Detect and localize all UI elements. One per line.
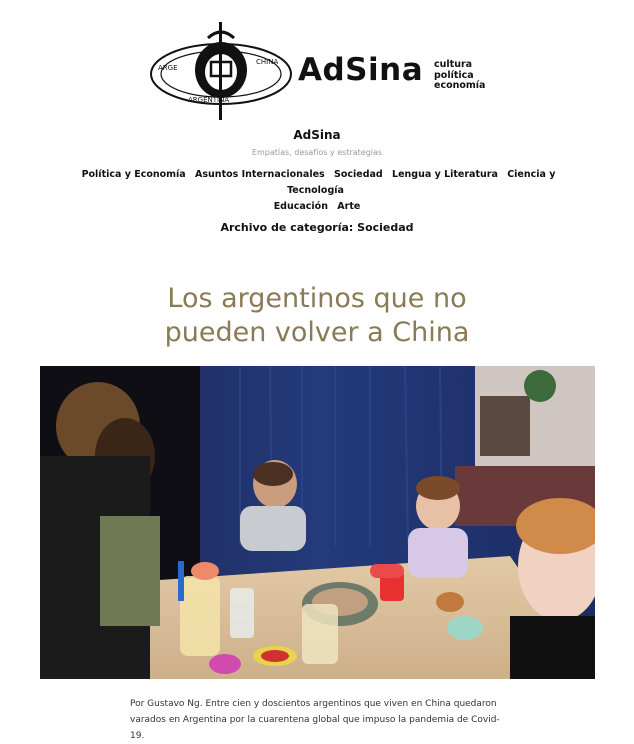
svg-text:ARGE: ARGE bbox=[158, 64, 178, 72]
nav-item-politica[interactable]: Política y Economía bbox=[82, 169, 186, 180]
featured-photo-illustration bbox=[40, 366, 595, 679]
post-title[interactable]: Los argentinos que no pueden volver a Ch… bbox=[150, 282, 484, 350]
nav-item-arte[interactable]: Arte bbox=[337, 201, 360, 212]
featured-image[interactable] bbox=[40, 366, 595, 679]
nav-item-asuntos[interactable]: Asuntos Internacionales bbox=[195, 169, 325, 180]
site-description: Empatías, desafíos y estrategias bbox=[251, 148, 383, 157]
logo-wordmark: AdSina bbox=[298, 52, 424, 88]
post-excerpt: Por Gustavo Ng. Entre cien y doscientos … bbox=[130, 699, 500, 741]
logo-tagline-line: cultura bbox=[434, 59, 473, 70]
nav-item-sociedad[interactable]: Sociedad bbox=[334, 169, 383, 180]
svg-text:ARGENTINA: ARGENTINA bbox=[188, 96, 229, 104]
logo-emblem-icon: ARGE CHINA ARGENTINA bbox=[150, 22, 292, 120]
nav-item-educacion[interactable]: Educación bbox=[274, 201, 328, 212]
logo-tagline: cultura política economía bbox=[434, 59, 486, 92]
nav-item-lengua[interactable]: Lengua y Literatura bbox=[392, 169, 498, 180]
site-logo[interactable]: ARGE CHINA ARGENTINA AdSina cultura polí… bbox=[148, 18, 498, 122]
site-title[interactable]: AdSina bbox=[0, 128, 634, 142]
logo-tagline-line: economía bbox=[434, 80, 486, 91]
svg-text:CHINA: CHINA bbox=[256, 58, 278, 66]
archive-title: Archivo de categoría: Sociedad bbox=[220, 221, 414, 234]
main-navigation: Política y Economía Asuntos Internaciona… bbox=[60, 167, 574, 215]
